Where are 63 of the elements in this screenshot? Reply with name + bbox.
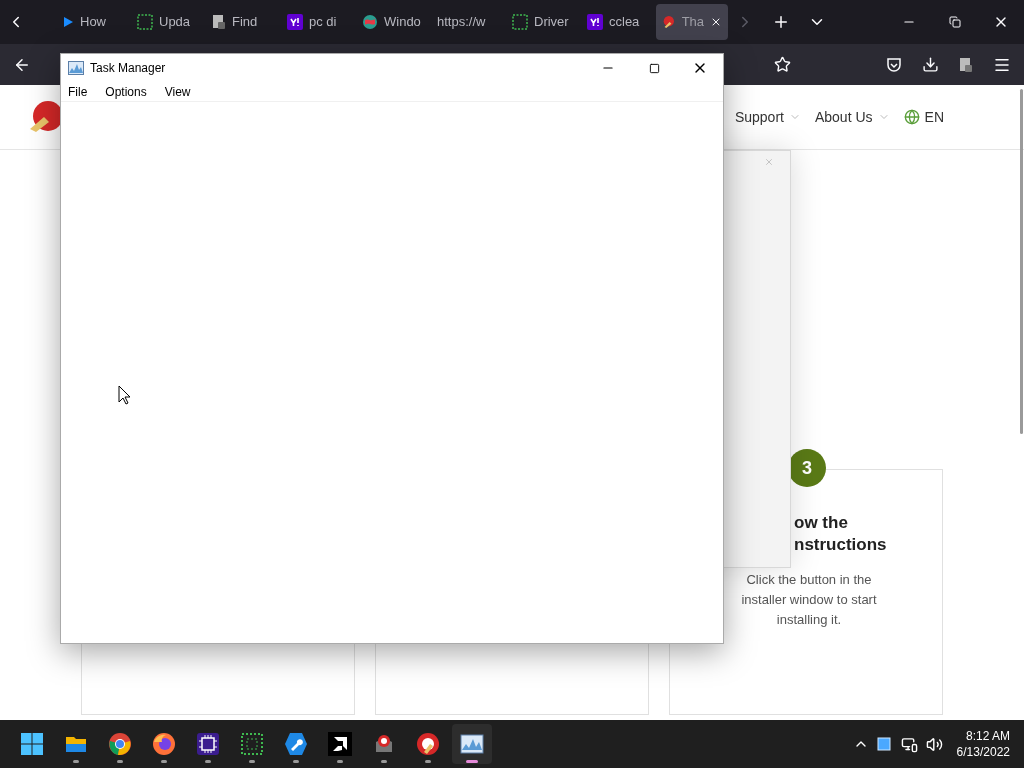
tab-title: https://w	[437, 13, 486, 32]
step-title: nstructions	[794, 534, 888, 556]
tab-title: Tha	[681, 13, 705, 32]
mouse-cursor-icon	[118, 385, 132, 405]
broom-logo-icon	[416, 732, 440, 756]
network-icon[interactable]	[900, 735, 918, 753]
tab-title: Windo	[384, 13, 421, 32]
browser-tab[interactable]: Find	[206, 4, 278, 40]
browser-tab[interactable]: Upda	[131, 4, 203, 40]
y-logo-icon	[287, 14, 303, 30]
step-title: ow the	[794, 512, 849, 534]
nav-menu[interactable]: About Us	[814, 106, 890, 128]
tab-title: cclea	[609, 13, 640, 32]
windows-logo-icon	[20, 732, 44, 756]
y-logo-icon	[587, 14, 603, 30]
chrome-icon	[108, 732, 132, 756]
star-icon	[773, 56, 791, 73]
language-selector[interactable]: EN	[903, 106, 944, 128]
menu-item[interactable]: File	[67, 82, 89, 101]
broom-logo-icon	[662, 14, 676, 30]
tab-title: Upda	[159, 13, 191, 32]
grid-icon	[137, 14, 153, 30]
performance-chart-icon	[460, 732, 484, 756]
taskbar-app[interactable]	[452, 724, 492, 764]
tab-title: How	[80, 13, 106, 32]
wrench-icon	[284, 732, 308, 756]
restore-icon	[949, 16, 961, 28]
tab-title: Driver	[534, 13, 569, 32]
plus-icon	[772, 13, 790, 31]
menu-item[interactable]: Options	[104, 82, 148, 101]
nav-menu[interactable]: Support	[734, 106, 801, 128]
document-icon	[959, 56, 973, 73]
download-icon	[921, 56, 939, 73]
dotted-square-icon	[240, 732, 264, 756]
browser-tab[interactable]: Windo	[356, 4, 428, 40]
globe-icon	[903, 109, 920, 125]
arrow-logo-icon	[328, 732, 352, 756]
square-icon	[876, 737, 891, 751]
step-description: Click the button in the installer window to start installing it.	[740, 571, 878, 629]
browser-tab[interactable]: How	[56, 4, 128, 40]
play-icon	[62, 16, 74, 28]
browser-tab[interactable]: https://w	[431, 4, 503, 40]
volume-icon[interactable]	[925, 735, 943, 753]
clock[interactable]: 8:12 AM 6/13/2022	[956, 728, 1010, 760]
browser-tab[interactable]: pc di	[281, 4, 353, 40]
chip-icon	[196, 732, 220, 756]
browser-tab[interactable]: Driver	[506, 4, 578, 40]
tab-title: pc di	[309, 13, 337, 32]
document-icon	[212, 14, 226, 30]
date-text: 6/13/2022	[956, 744, 1010, 760]
maximize-icon	[648, 62, 660, 74]
window-title: Task Manager	[90, 60, 166, 77]
pocket-icon	[886, 56, 902, 73]
fox-icon	[152, 732, 176, 756]
performance-chart-icon	[68, 61, 84, 75]
browser-tab[interactable]: Tha	[656, 4, 728, 40]
grid-icon	[512, 14, 528, 30]
menu-item[interactable]: View	[163, 82, 192, 101]
time-text: 8:12 AM	[965, 728, 1010, 744]
tab-title: Find	[232, 13, 258, 32]
browser-tab[interactable]: cclea	[581, 4, 653, 40]
scrollbar[interactable]	[1020, 89, 1023, 434]
globe-icon	[362, 14, 378, 30]
